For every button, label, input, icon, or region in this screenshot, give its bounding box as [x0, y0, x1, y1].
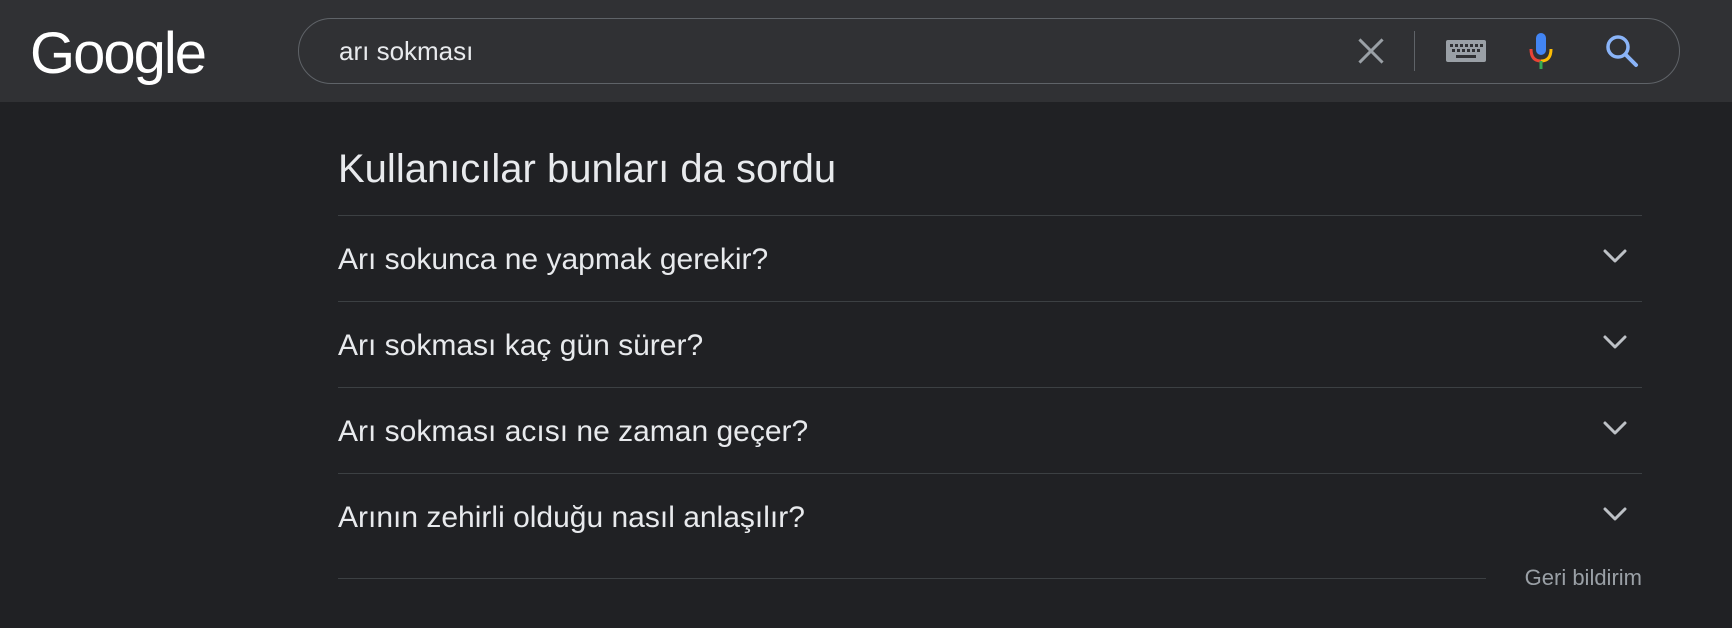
question-text: Arının zehirli olduğu nasıl anlaşılır?: [338, 501, 805, 534]
feedback-link[interactable]: Geri bildirim: [1525, 564, 1642, 592]
chevron-down-icon[interactable]: [1602, 333, 1628, 351]
microphone-icon[interactable]: [1527, 31, 1555, 71]
chevron-down-icon[interactable]: [1602, 247, 1628, 265]
people-also-ask-list: Arı sokunca ne yapmak gerekir? Arı sokma…: [338, 215, 1642, 559]
search-divider: [1414, 31, 1415, 71]
question-item[interactable]: Arı sokması kaç gün sürer?: [338, 301, 1642, 387]
google-logo[interactable]: Google: [30, 22, 207, 86]
question-item[interactable]: Arının zehirli olduğu nasıl anlaşılır?: [338, 473, 1642, 559]
people-also-ask-title: Kullanıcılar bunları da sordu: [338, 147, 837, 191]
question-text: Arı sokması kaç gün sürer?: [338, 329, 704, 362]
search-icon[interactable]: [1603, 32, 1641, 70]
search-box[interactable]: [298, 18, 1680, 84]
question-text: Arı sokması acısı ne zaman geçer?: [338, 415, 809, 448]
question-item[interactable]: Arı sokması acısı ne zaman geçer?: [338, 387, 1642, 473]
close-icon[interactable]: [1353, 33, 1389, 69]
keyboard-icon[interactable]: [1445, 35, 1487, 67]
header-bar: Google: [0, 0, 1732, 102]
search-input[interactable]: [339, 19, 1339, 83]
bottom-divider: [338, 578, 1486, 579]
feedback-row: Geri bildirim: [338, 559, 1642, 599]
question-text: Arı sokunca ne yapmak gerekir?: [338, 243, 769, 276]
chevron-down-icon[interactable]: [1602, 505, 1628, 523]
chevron-down-icon[interactable]: [1602, 419, 1628, 437]
question-item[interactable]: Arı sokunca ne yapmak gerekir?: [338, 215, 1642, 301]
